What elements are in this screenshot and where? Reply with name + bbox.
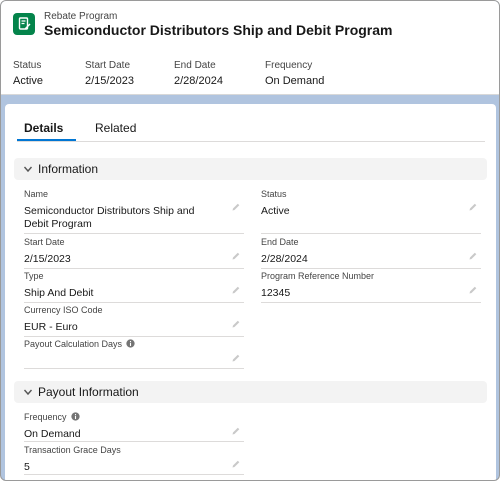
- tab-related[interactable]: Related: [95, 121, 136, 135]
- rebate-program-icon: [13, 13, 35, 35]
- field-payout-calculation-days: Payout Calculation Days: [24, 339, 244, 369]
- tab-details[interactable]: Details: [24, 121, 63, 135]
- field-program-reference-number: Program Reference Number 12345: [261, 271, 481, 303]
- pencil-icon[interactable]: [231, 353, 241, 363]
- highlight-status: Status Active: [13, 60, 43, 87]
- record-header: Rebate Program Semiconductor Distributor…: [1, 1, 499, 95]
- record-page: Rebate Program Semiconductor Distributor…: [0, 0, 500, 481]
- pencil-icon[interactable]: [231, 285, 241, 295]
- record-title: Semiconductor Distributors Ship and Debi…: [44, 22, 393, 38]
- section-header-information[interactable]: Information: [14, 158, 487, 180]
- field-name: Name Semiconductor Distributors Ship and…: [24, 189, 244, 234]
- pencil-icon[interactable]: [231, 426, 241, 436]
- object-type-label: Rebate Program: [44, 11, 118, 22]
- field-start-date: Start Date 2/15/2023: [24, 237, 244, 269]
- field-end-date: End Date 2/28/2024: [261, 237, 481, 269]
- pencil-icon[interactable]: [231, 202, 241, 212]
- field-type: Type Ship And Debit: [24, 271, 244, 303]
- pencil-icon[interactable]: [231, 459, 241, 469]
- chevron-down-icon: [23, 389, 33, 396]
- info-icon[interactable]: [126, 339, 135, 348]
- chevron-down-icon: [23, 166, 33, 173]
- pencil-icon[interactable]: [231, 251, 241, 261]
- tab-bar: Details Related: [17, 120, 485, 142]
- field-transaction-grace-days: Transaction Grace Days 5: [24, 445, 244, 475]
- section-title: Information: [38, 162, 99, 176]
- active-tab-indicator: [17, 139, 76, 141]
- record-detail-card: Details Related Information Name Semicon…: [5, 104, 496, 480]
- field-currency-iso-code: Currency ISO Code EUR - Euro: [24, 305, 244, 337]
- highlight-start-date: Start Date 2/15/2023: [85, 60, 134, 87]
- pencil-icon[interactable]: [468, 202, 478, 212]
- section-header-payout-information[interactable]: Payout Information: [14, 381, 487, 403]
- pencil-icon[interactable]: [468, 285, 478, 295]
- section-title: Payout Information: [38, 385, 139, 399]
- highlight-end-date: End Date 2/28/2024: [174, 60, 223, 87]
- pencil-icon[interactable]: [468, 251, 478, 261]
- field-status: Status Active: [261, 189, 481, 234]
- pencil-icon[interactable]: [231, 319, 241, 329]
- field-frequency: Frequency On Demand: [24, 412, 244, 442]
- info-icon[interactable]: [70, 412, 80, 421]
- highlight-frequency: Frequency On Demand: [265, 60, 325, 87]
